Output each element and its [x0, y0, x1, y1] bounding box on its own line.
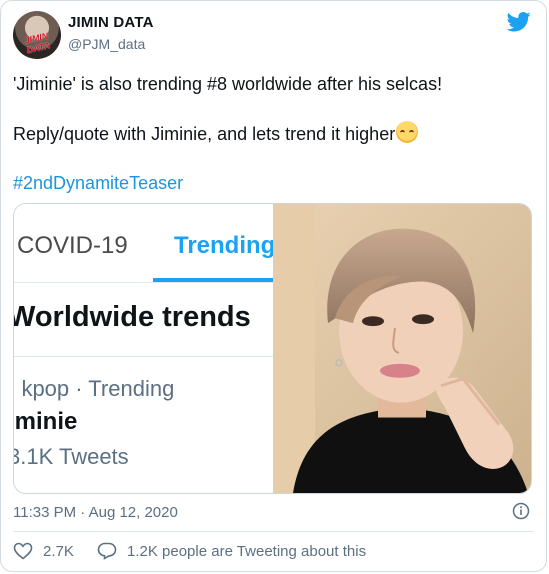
heart-icon — [13, 542, 33, 560]
blush-emoji-icon — [396, 121, 419, 143]
tab-trending: Trending — [174, 232, 273, 259]
info-icon[interactable] — [512, 502, 530, 520]
trends-screenshot[interactable]: COVID-19 Trending Worldwide trends · kpo… — [14, 204, 273, 493]
trend-tweet-count: 3.1K Tweets — [14, 444, 129, 469]
tweet-text-line2: Reply/quote with Jiminie, and lets trend… — [13, 121, 419, 145]
conversation-text: 1.2K people are Tweeting about this — [127, 542, 367, 560]
author-avatar[interactable]: JIMIN DATA — [13, 11, 61, 59]
divider — [14, 282, 273, 283]
trend-meta: · kpop · Trending — [14, 376, 175, 401]
avatar-logo: JIMIN DATA — [23, 30, 52, 56]
reply-bubble-icon — [97, 542, 117, 560]
trend-name: iminie — [14, 408, 78, 435]
media-attachment[interactable]: COVID-19 Trending Worldwide trends · kpo… — [13, 203, 532, 494]
conversation-link[interactable]: 1.2K people are Tweeting about this — [97, 542, 366, 560]
author-handle[interactable]: @PJM_data — [68, 36, 145, 52]
worldwide-trends-title: Worldwide trends — [14, 301, 251, 333]
twitter-bird-icon[interactable] — [507, 11, 531, 33]
tweet-text-line1: 'Jiminie' is also trending #8 worldwide … — [13, 74, 443, 94]
tweet-timestamp[interactable]: 11:33 PM · Aug 12, 2020 — [13, 504, 178, 521]
footer-divider — [13, 531, 534, 532]
tab-covid: COVID-19 — [17, 232, 128, 259]
like-count: 2.7K — [43, 542, 74, 560]
hashtag-link[interactable]: #2ndDynamiteTeaser — [13, 173, 183, 194]
tweet-card: JIMIN DATA JIMIN DATA @PJM_data 'Jiminie… — [0, 0, 547, 572]
selfie-photo[interactable] — [273, 204, 532, 493]
tweet-text-line2-text: Reply/quote with Jiminie, and lets trend… — [13, 124, 396, 144]
author-name[interactable]: JIMIN DATA — [68, 14, 154, 31]
like-button[interactable]: 2.7K — [13, 542, 74, 560]
divider — [14, 356, 273, 357]
